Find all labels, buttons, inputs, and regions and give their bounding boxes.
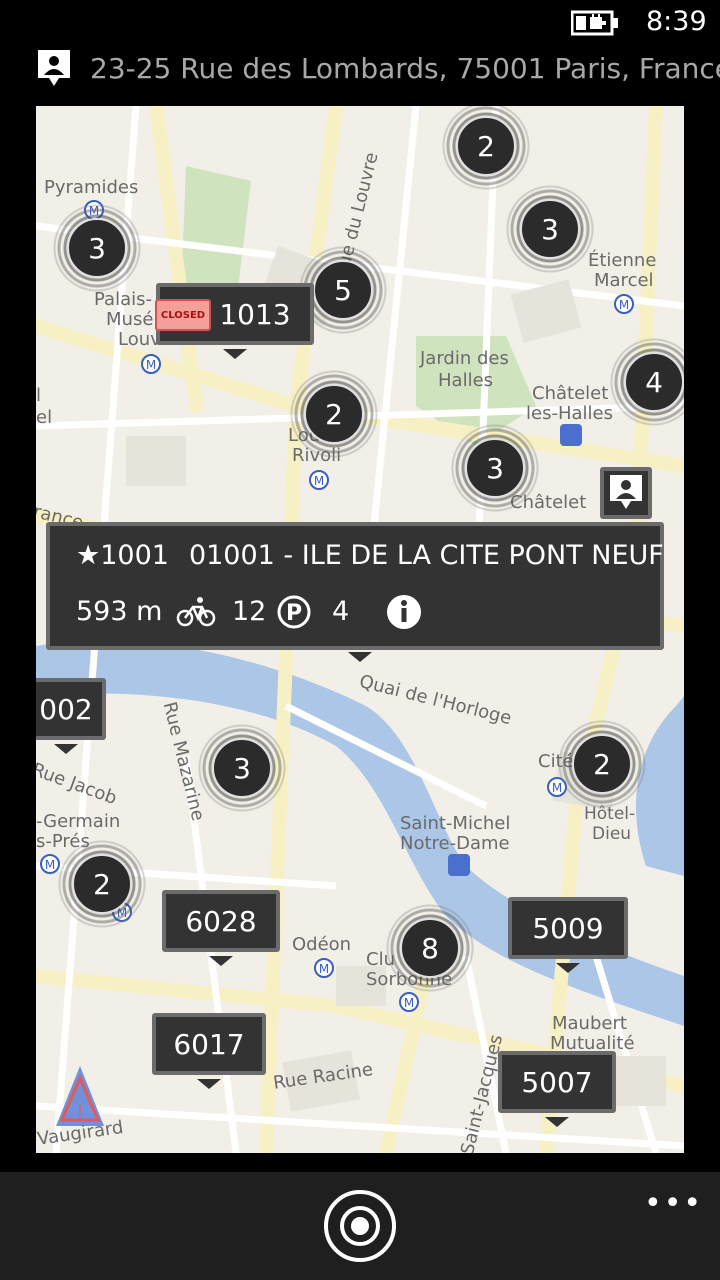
cluster-count: 3 xyxy=(67,218,127,278)
map-label: Palais- xyxy=(94,289,152,310)
contact-pin-icon xyxy=(610,475,642,509)
bicycle-icon xyxy=(176,597,216,627)
svg-text:M: M xyxy=(404,996,414,1010)
station-number: 1001 xyxy=(100,540,169,571)
cluster-count: 3 xyxy=(212,738,272,798)
more-options-button[interactable]: ••• xyxy=(644,1186,703,1221)
info-icon[interactable] xyxy=(386,594,422,630)
station-marker-6028[interactable]: 6028 xyxy=(162,890,280,966)
river-seine xyxy=(636,696,684,876)
my-address-marker[interactable] xyxy=(600,467,652,519)
cluster-count: 8 xyxy=(400,918,460,978)
cluster-count: 4 xyxy=(624,352,684,412)
svg-text:!: ! xyxy=(77,1101,83,1120)
locate-me-dot xyxy=(351,1217,369,1235)
locate-me-button[interactable] xyxy=(324,1190,396,1262)
station-number: 6028 xyxy=(185,904,257,938)
cluster-count: 2 xyxy=(572,734,632,794)
distance: 593 m xyxy=(76,596,163,627)
contact-pin-icon xyxy=(38,50,70,86)
map-label: Saint-Michel xyxy=(400,813,511,834)
map-label: Halles xyxy=(438,370,494,391)
map-label: l xyxy=(36,385,42,406)
cluster-count: 2 xyxy=(456,116,516,176)
status-bar: 8:39 xyxy=(0,0,720,44)
svg-text:M: M xyxy=(619,298,629,312)
map-label: Pyramides xyxy=(44,177,139,198)
app-bar: ••• xyxy=(0,1172,720,1280)
map-label: Louv xyxy=(118,329,161,350)
station-marker-002[interactable]: 002 xyxy=(36,678,106,754)
station-marker-5009[interactable]: 5009 xyxy=(508,897,628,973)
map-label: el xyxy=(36,407,53,428)
station-number: 002 xyxy=(39,692,93,726)
map-label: Maubert xyxy=(552,1013,627,1034)
svg-text:M: M xyxy=(146,358,156,372)
svg-text:P: P xyxy=(286,601,302,626)
address-text: 23-25 Rue des Lombards, 75001 Paris, Fra… xyxy=(90,52,720,85)
popup-title: ★1001 01001 - ILE DE LA CITE PONT NEUF xyxy=(76,540,664,571)
parking-icon: P xyxy=(277,595,311,629)
bikes-available: 12 xyxy=(232,596,267,627)
cluster-count: 3 xyxy=(520,199,580,259)
svg-text:M: M xyxy=(319,962,329,976)
map-label: Marcel xyxy=(594,270,654,291)
station-number: 5007 xyxy=(521,1065,593,1099)
map-label: Notre-Dame xyxy=(400,833,510,854)
station-number: 6017 xyxy=(173,1027,245,1061)
svg-text:M: M xyxy=(45,858,55,872)
cluster-count: 3 xyxy=(465,438,525,498)
map-label: les-Halles xyxy=(526,403,613,424)
map-label: -Germain xyxy=(36,811,121,832)
clock: 8:39 xyxy=(646,6,707,37)
cluster-count: 5 xyxy=(313,260,373,320)
closed-badge: CLOSED xyxy=(155,299,211,331)
map-label: Châtelet xyxy=(532,383,609,404)
map-label: Dieu xyxy=(592,824,632,844)
station-marker-6017[interactable]: 6017 xyxy=(152,1013,266,1089)
parking-available: 4 xyxy=(332,596,350,627)
map-label: Étienne xyxy=(588,250,657,271)
station-number: 1013 xyxy=(219,297,291,331)
cluster-count: 2 xyxy=(72,854,132,914)
station-detail-popup[interactable]: ★1001 01001 - ILE DE LA CITE PONT NEUF 59… xyxy=(46,522,664,662)
favorite-star-icon[interactable]: ★ xyxy=(76,540,100,571)
cluster-count: 2 xyxy=(304,384,364,444)
map-label: Musé xyxy=(106,309,154,330)
svg-text:M: M xyxy=(552,781,562,795)
map-label: Odéon xyxy=(292,934,352,955)
map-label: Jardin des xyxy=(420,348,509,369)
address-bar[interactable]: 23-25 Rue des Lombards, 75001 Paris, Fra… xyxy=(0,44,720,100)
svg-text:M: M xyxy=(314,474,324,488)
battery-charging-icon xyxy=(571,10,618,36)
station-name: 01001 - ILE DE LA CITE PONT NEUF xyxy=(188,540,664,571)
station-number: 5009 xyxy=(532,911,604,945)
station-marker-5007[interactable]: 5007 xyxy=(498,1051,616,1127)
